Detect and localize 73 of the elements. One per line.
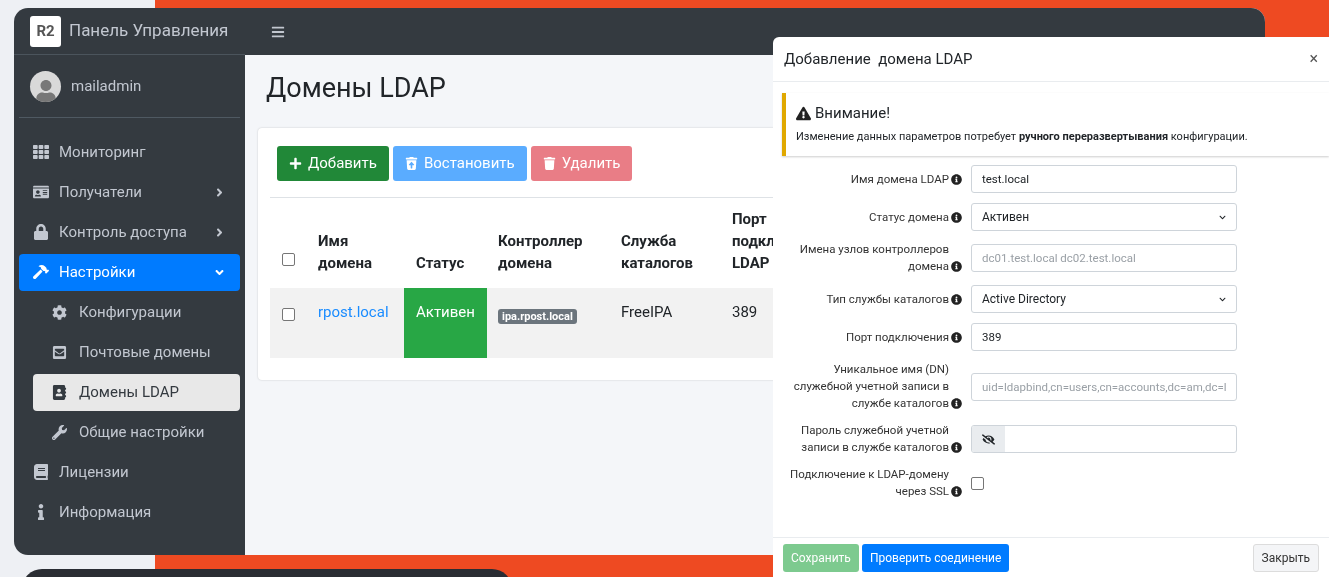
wrench-icon xyxy=(52,424,67,440)
info-icon xyxy=(951,486,962,497)
field-label: Имена узлов контроллеров домена xyxy=(798,241,949,275)
user-name: mailadmin xyxy=(71,75,142,97)
eye-off-icon[interactable] xyxy=(972,426,1005,452)
password-field[interactable] xyxy=(971,425,1237,453)
column-header: Служба каталогов xyxy=(621,231,694,274)
address-book-icon xyxy=(52,384,67,400)
field-label: Порт подключения xyxy=(845,328,949,346)
field-label: Подключение к LDAP-домену через SSL xyxy=(789,466,949,500)
menu-icon[interactable] xyxy=(271,24,285,39)
input-field[interactable]: dc01.test.local dc02.test.local xyxy=(971,244,1237,272)
field-label: Статус домена xyxy=(869,208,949,226)
page-title: Домены LDAP xyxy=(266,71,446,106)
column-header: Имя домена xyxy=(318,231,373,274)
close-button[interactable]: × xyxy=(1309,51,1318,67)
modal-title: Добавление домена LDAP xyxy=(784,48,974,70)
field-label: Тип службы каталогов xyxy=(826,290,949,308)
id-card-icon xyxy=(33,184,49,200)
lock-icon xyxy=(33,224,49,240)
nav-item[interactable]: Информация xyxy=(19,493,240,531)
test-button[interactable]: Проверить соединение xyxy=(861,543,1010,572)
select-field[interactable]: Active Directory xyxy=(971,285,1237,313)
plus-icon xyxy=(289,157,302,170)
info-icon xyxy=(951,173,962,185)
close-button[interactable]: Закрыть xyxy=(1252,543,1319,572)
table-cell: 389 xyxy=(732,303,758,321)
info-icon xyxy=(951,293,962,305)
nav-subitem[interactable]: Почтовые домены xyxy=(33,333,240,371)
info-icon xyxy=(951,398,962,409)
select-field[interactable]: Активен xyxy=(971,203,1237,231)
checkbox[interactable] xyxy=(282,308,295,321)
grid-icon xyxy=(33,144,49,160)
envelope-icon xyxy=(52,344,67,360)
field-label: Уникальное имя (DN) служебной учетной записи в службе каталогов xyxy=(792,361,949,412)
book-icon xyxy=(33,464,49,480)
nav-item[interactable]: Лицензии xyxy=(19,453,240,491)
trash-restore-icon xyxy=(404,157,418,170)
controller-badge: ipa.rpost.local xyxy=(498,309,577,324)
field-label: Имя домена LDAP xyxy=(850,170,949,188)
checkbox[interactable] xyxy=(971,476,984,490)
hammer-icon xyxy=(33,264,49,280)
info-icon xyxy=(951,261,962,272)
nav-item[interactable]: Настройки xyxy=(19,253,240,291)
warning-icon xyxy=(796,105,811,121)
field-label: Пароль служебной учетной записи в службе каталогов xyxy=(799,422,949,456)
add-button[interactable]: Добавить xyxy=(277,146,389,181)
trash-icon xyxy=(542,157,556,170)
info-icon xyxy=(951,331,962,343)
checkbox[interactable] xyxy=(282,252,295,266)
input-field[interactable]: 389 xyxy=(971,323,1237,351)
nav-item[interactable]: Получатели xyxy=(19,173,240,211)
chevron-down-icon xyxy=(1219,295,1226,303)
input-field[interactable]: uid=ldapbind,cn=users,cn=accounts,dc=am,dc=l xyxy=(971,372,1237,401)
alert-text: Изменение данных параметров потребует ручного переразвертывания конфигурации. xyxy=(796,128,1249,145)
logo: R2 xyxy=(30,15,61,47)
info-icon xyxy=(951,211,962,223)
chevron-down-icon xyxy=(1219,213,1226,221)
nav-subitem[interactable]: Общие настройки xyxy=(33,413,240,451)
settings-icon xyxy=(52,304,67,320)
info-icon xyxy=(951,442,962,453)
nav-subitem[interactable]: Конфигурации xyxy=(33,293,240,331)
status-cell: Активен xyxy=(404,288,487,358)
nav-item[interactable]: Мониторинг xyxy=(19,133,240,171)
input-field[interactable]: test.local xyxy=(971,165,1237,193)
column-header: Контроллер домена xyxy=(498,231,584,274)
table-cell: FreeIPA xyxy=(621,303,673,321)
nav-item[interactable]: Контроль доступа xyxy=(19,213,240,251)
column-header: Статус xyxy=(416,253,466,274)
nav-subitem[interactable]: Домены LDAP xyxy=(33,373,240,411)
brand-title: Панель Управления xyxy=(69,19,229,43)
user-icon xyxy=(34,79,57,102)
alert-title: Внимание! xyxy=(815,103,891,124)
